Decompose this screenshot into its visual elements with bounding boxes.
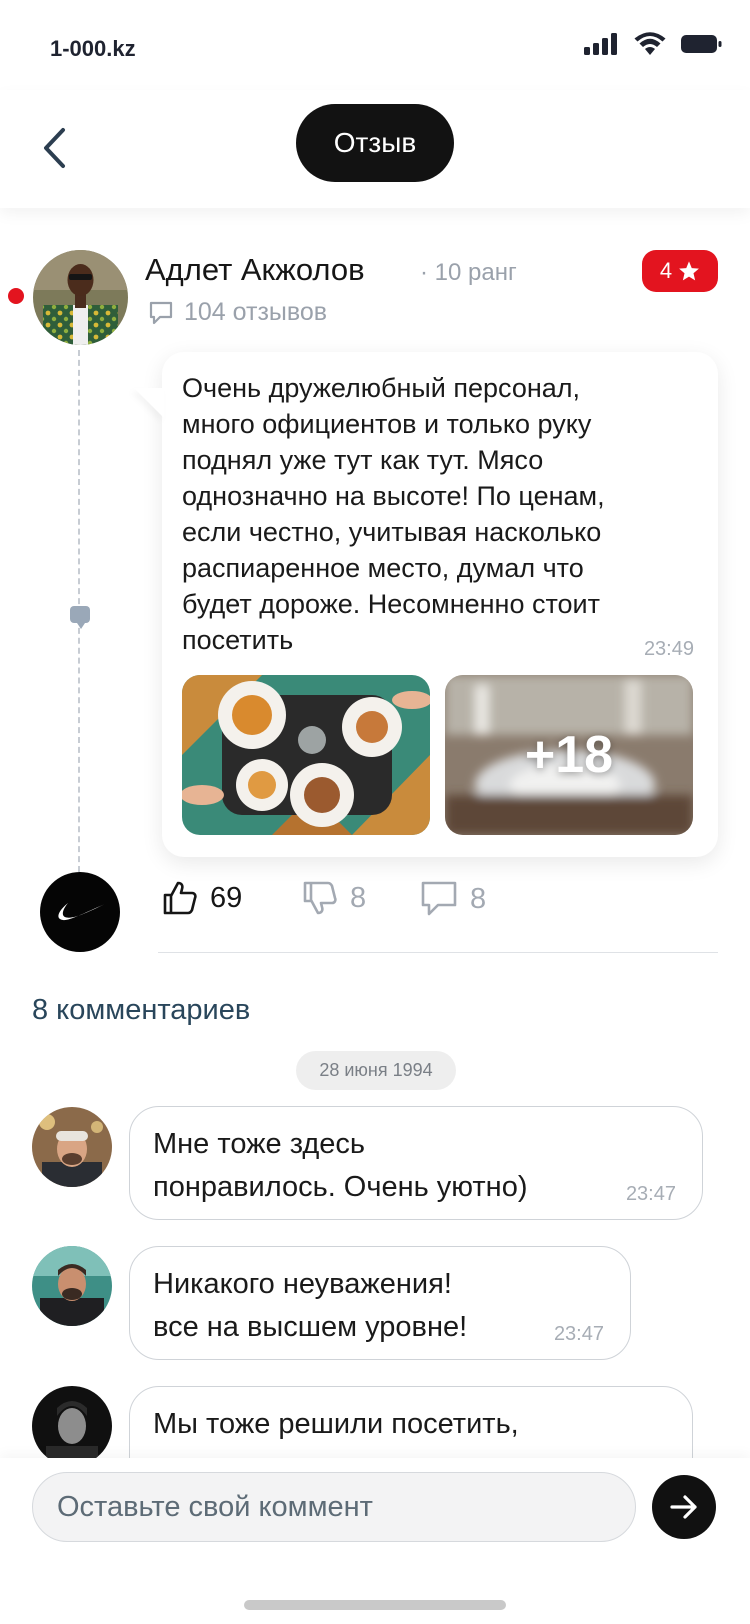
comment-line: Мы тоже решили посетить, — [153, 1408, 519, 1440]
comment-button[interactable]: 8 — [420, 880, 486, 918]
review-line: посетить — [182, 625, 294, 655]
comment-text: Мы тоже решили посетить, — [153, 1403, 519, 1446]
like-button[interactable]: 69 — [162, 880, 242, 916]
comment-input-bar — [0, 1458, 750, 1624]
review-text: Очень дружелюбный персонал, много официе… — [182, 370, 682, 658]
back-button[interactable] — [34, 120, 74, 176]
arrow-right-icon — [670, 1495, 697, 1519]
review-line: распиаренное место, думал что — [182, 553, 584, 583]
rating-badge: 4 — [642, 250, 718, 292]
comment-input[interactable] — [32, 1472, 636, 1542]
comment-line: понравилось. Очень уютно) — [153, 1171, 528, 1203]
unread-indicator — [8, 288, 24, 304]
home-indicator — [244, 1600, 506, 1610]
review-line: много официентов и только руку — [182, 409, 592, 439]
send-button[interactable] — [652, 1475, 716, 1539]
rating-value: 4 — [659, 258, 673, 283]
comment-bubble: Мне тоже здесь понравилось. Очень уютно)… — [129, 1106, 703, 1220]
comment-bubble: Никакого неуважения! все на высшем уровн… — [129, 1246, 631, 1360]
review-line: однозначно на высоте! По ценам, — [182, 481, 605, 511]
thumbs-down-icon — [303, 881, 337, 915]
timeline-comment-marker — [70, 606, 90, 629]
comment-time: 23:47 — [625, 1183, 676, 1205]
comments-title: 8 комментариев — [32, 994, 251, 1026]
signal-icon — [584, 33, 617, 55]
back-chevron-icon — [44, 128, 65, 168]
divider — [158, 952, 718, 953]
comment-time: 23:47 — [553, 1323, 604, 1345]
author-rank: · 10 ранг — [420, 259, 517, 286]
review-line: поднял уже тут как тут. Мясо — [182, 445, 544, 475]
status-domain: 1-000.kz — [50, 36, 136, 61]
review-line: будет дороже. Несомненно стоит — [182, 589, 600, 619]
comment-text: Никакого неуважения! все на высшем уровн… — [153, 1263, 467, 1349]
date-chip: 28 июня 1994 — [296, 1051, 456, 1090]
review-line: Очень дружелюбный персонал, — [182, 373, 581, 403]
page-title: Отзыв — [296, 104, 454, 182]
commenter-avatar[interactable] — [32, 1246, 112, 1326]
author-avatar[interactable] — [33, 250, 128, 345]
review-photo[interactable] — [182, 675, 430, 835]
like-count: 69 — [210, 881, 243, 914]
dislike-button[interactable]: 8 — [302, 880, 366, 916]
comment-text: Мне тоже здесь понравилось. Очень уютно) — [153, 1123, 527, 1209]
review-photo-more[interactable]: +18 — [445, 675, 693, 835]
wifi-icon — [634, 32, 666, 55]
review-card: Очень дружелюбный персонал, много официе… — [162, 352, 718, 857]
author-name[interactable]: Адлет Акжолов — [145, 252, 365, 288]
comment-count: 8 — [470, 882, 487, 915]
comment-icon — [421, 881, 457, 916]
comment-line: все на высшем уровне! — [153, 1311, 468, 1343]
brand-logo[interactable] — [40, 872, 120, 952]
comment-line: Никакого неуважения! — [153, 1268, 452, 1300]
nike-logo — [58, 903, 105, 921]
thumbs-up-icon — [163, 881, 197, 915]
speech-bubble-icon — [149, 301, 173, 324]
more-photos-count: +18 — [524, 726, 614, 784]
author-reviews-count: 104 отзывов — [148, 298, 327, 327]
review-line: если честно, учитывая насколько — [182, 517, 602, 547]
commenter-avatar[interactable] — [32, 1107, 112, 1187]
commenter-avatar[interactable] — [32, 1386, 112, 1466]
status-icons — [584, 32, 722, 56]
status-bar: 1-000.kz — [0, 0, 750, 90]
dislike-count: 8 — [350, 881, 367, 914]
header: Отзыв — [0, 90, 750, 208]
comment-line: Мне тоже здесь — [153, 1128, 366, 1160]
star-icon — [679, 261, 700, 281]
battery-icon — [681, 35, 722, 53]
review-time: 23:49 — [643, 638, 694, 660]
reviews-count-label: 104 отзывов — [184, 298, 328, 326]
